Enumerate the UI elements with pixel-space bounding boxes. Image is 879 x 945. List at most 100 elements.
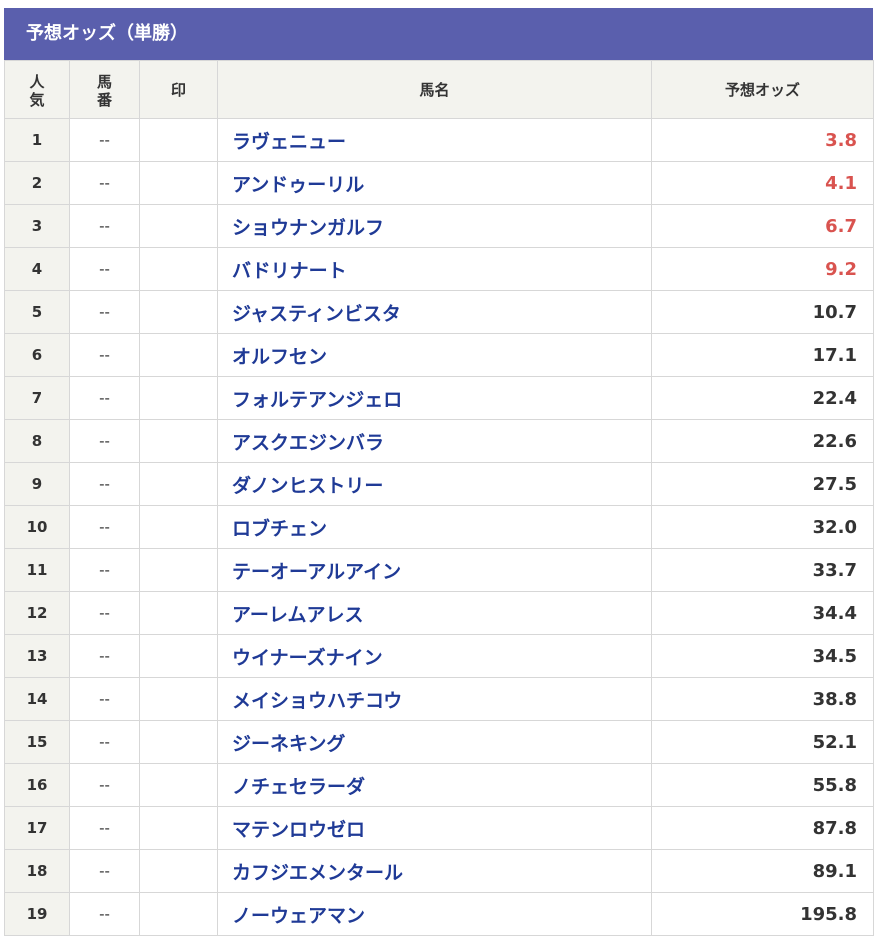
horse-number: -- (69, 548, 140, 592)
popularity-rank: 3 (4, 204, 70, 248)
odds-table: 人 気 馬 番 印 馬名 予想オッズ 1 -- ラヴェニュー 3.8 2 -- アンドゥーリ… (4, 60, 874, 936)
horse-name-link[interactable]: ロブチェン (217, 505, 652, 549)
horse-name-link[interactable]: アスクエジンバラ (217, 419, 652, 463)
prediction-mark[interactable] (139, 806, 218, 850)
table-row: 4 -- バドリナート 9.2 (4, 247, 874, 291)
horse-number: -- (69, 892, 140, 936)
table-row: 7 -- フォルテアンジェロ 22.4 (4, 376, 874, 420)
prediction-mark[interactable] (139, 462, 218, 506)
horse-number: -- (69, 849, 140, 893)
odds-value: 89.1 (651, 849, 874, 893)
prediction-mark[interactable] (139, 204, 218, 248)
prediction-mark[interactable] (139, 677, 218, 721)
popularity-rank: 10 (4, 505, 70, 549)
popularity-rank: 15 (4, 720, 70, 764)
header-horse-number: 馬 番 (69, 60, 140, 119)
horse-number: -- (69, 591, 140, 635)
prediction-mark[interactable] (139, 548, 218, 592)
horse-name-link[interactable]: ジーネキング (217, 720, 652, 764)
horse-name-link[interactable]: マテンロウゼロ (217, 806, 652, 850)
table-row: 5 -- ジャスティンビスタ 10.7 (4, 290, 874, 334)
horse-name-link[interactable]: フォルテアンジェロ (217, 376, 652, 420)
prediction-mark[interactable] (139, 634, 218, 678)
odds-value: 10.7 (651, 290, 874, 334)
prediction-mark[interactable] (139, 247, 218, 291)
popularity-rank: 11 (4, 548, 70, 592)
prediction-mark[interactable] (139, 118, 218, 162)
horse-number: -- (69, 634, 140, 678)
header-popularity: 人 気 (4, 60, 70, 119)
odds-panel: 予想オッズ（単勝） 人 気 馬 番 印 馬名 予想オッズ 1 -- ラヴェニュー… (4, 8, 874, 936)
header-popularity-line1: 人 (29, 72, 45, 91)
prediction-mark[interactable] (139, 376, 218, 420)
popularity-rank: 13 (4, 634, 70, 678)
horse-number: -- (69, 419, 140, 463)
prediction-mark[interactable] (139, 763, 218, 807)
horse-number: -- (69, 118, 140, 162)
table-row: 14 -- メイショウハチコウ 38.8 (4, 677, 874, 721)
horse-number: -- (69, 462, 140, 506)
popularity-rank: 7 (4, 376, 70, 420)
popularity-rank: 6 (4, 333, 70, 377)
prediction-mark[interactable] (139, 505, 218, 549)
popularity-rank: 17 (4, 806, 70, 850)
horse-number: -- (69, 204, 140, 248)
table-row: 19 -- ノーウェアマン 195.8 (4, 892, 874, 936)
popularity-rank: 12 (4, 591, 70, 635)
table-header-row: 人 気 馬 番 印 馬名 予想オッズ (4, 60, 874, 119)
odds-value: 6.7 (651, 204, 874, 248)
horse-number: -- (69, 677, 140, 721)
prediction-mark[interactable] (139, 720, 218, 764)
odds-value: 33.7 (651, 548, 874, 592)
odds-value: 87.8 (651, 806, 874, 850)
popularity-rank: 9 (4, 462, 70, 506)
header-number-line2: 番 (96, 90, 112, 109)
horse-name-link[interactable]: メイショウハチコウ (217, 677, 652, 721)
odds-value: 17.1 (651, 333, 874, 377)
prediction-mark[interactable] (139, 591, 218, 635)
odds-value: 38.8 (651, 677, 874, 721)
popularity-rank: 19 (4, 892, 70, 936)
prediction-mark[interactable] (139, 161, 218, 205)
horse-name-link[interactable]: ダノンヒストリー (217, 462, 652, 506)
table-row: 16 -- ノチェセラーダ 55.8 (4, 763, 874, 807)
popularity-rank: 2 (4, 161, 70, 205)
table-row: 1 -- ラヴェニュー 3.8 (4, 118, 874, 162)
popularity-rank: 8 (4, 419, 70, 463)
horse-name-link[interactable]: ノーウェアマン (217, 892, 652, 936)
panel-title: 予想オッズ（単勝） (4, 8, 873, 60)
horse-name-link[interactable]: アンドゥーリル (217, 161, 652, 205)
table-row: 10 -- ロブチェン 32.0 (4, 505, 874, 549)
header-popularity-line2: 気 (29, 90, 45, 109)
horse-name-link[interactable]: ウイナーズナイン (217, 634, 652, 678)
popularity-rank: 4 (4, 247, 70, 291)
prediction-mark[interactable] (139, 290, 218, 334)
horse-name-link[interactable]: ジャスティンビスタ (217, 290, 652, 334)
popularity-rank: 5 (4, 290, 70, 334)
table-row: 17 -- マテンロウゼロ 87.8 (4, 806, 874, 850)
horse-name-link[interactable]: テーオーアルアイン (217, 548, 652, 592)
horse-number: -- (69, 720, 140, 764)
table-row: 11 -- テーオーアルアイン 33.7 (4, 548, 874, 592)
odds-value: 32.0 (651, 505, 874, 549)
table-row: 2 -- アンドゥーリル 4.1 (4, 161, 874, 205)
prediction-mark[interactable] (139, 419, 218, 463)
horse-name-link[interactable]: アーレムアレス (217, 591, 652, 635)
horse-name-link[interactable]: ラヴェニュー (217, 118, 652, 162)
prediction-mark[interactable] (139, 849, 218, 893)
table-row: 18 -- カフジエメンタール 89.1 (4, 849, 874, 893)
horse-name-link[interactable]: ノチェセラーダ (217, 763, 652, 807)
table-row: 3 -- ショウナンガルフ 6.7 (4, 204, 874, 248)
prediction-mark[interactable] (139, 333, 218, 377)
popularity-rank: 16 (4, 763, 70, 807)
popularity-rank: 14 (4, 677, 70, 721)
table-row: 9 -- ダノンヒストリー 27.5 (4, 462, 874, 506)
horse-name-link[interactable]: オルフセン (217, 333, 652, 377)
horse-name-link[interactable]: カフジエメンタール (217, 849, 652, 893)
odds-table-body: 1 -- ラヴェニュー 3.8 2 -- アンドゥーリル 4.1 3 -- ショウナンガルフ 6.7 4… (4, 118, 874, 936)
table-row: 6 -- オルフセン 17.1 (4, 333, 874, 377)
prediction-mark[interactable] (139, 892, 218, 936)
table-row: 8 -- アスクエジンバラ 22.6 (4, 419, 874, 463)
horse-name-link[interactable]: ショウナンガルフ (217, 204, 652, 248)
horse-name-link[interactable]: バドリナート (217, 247, 652, 291)
